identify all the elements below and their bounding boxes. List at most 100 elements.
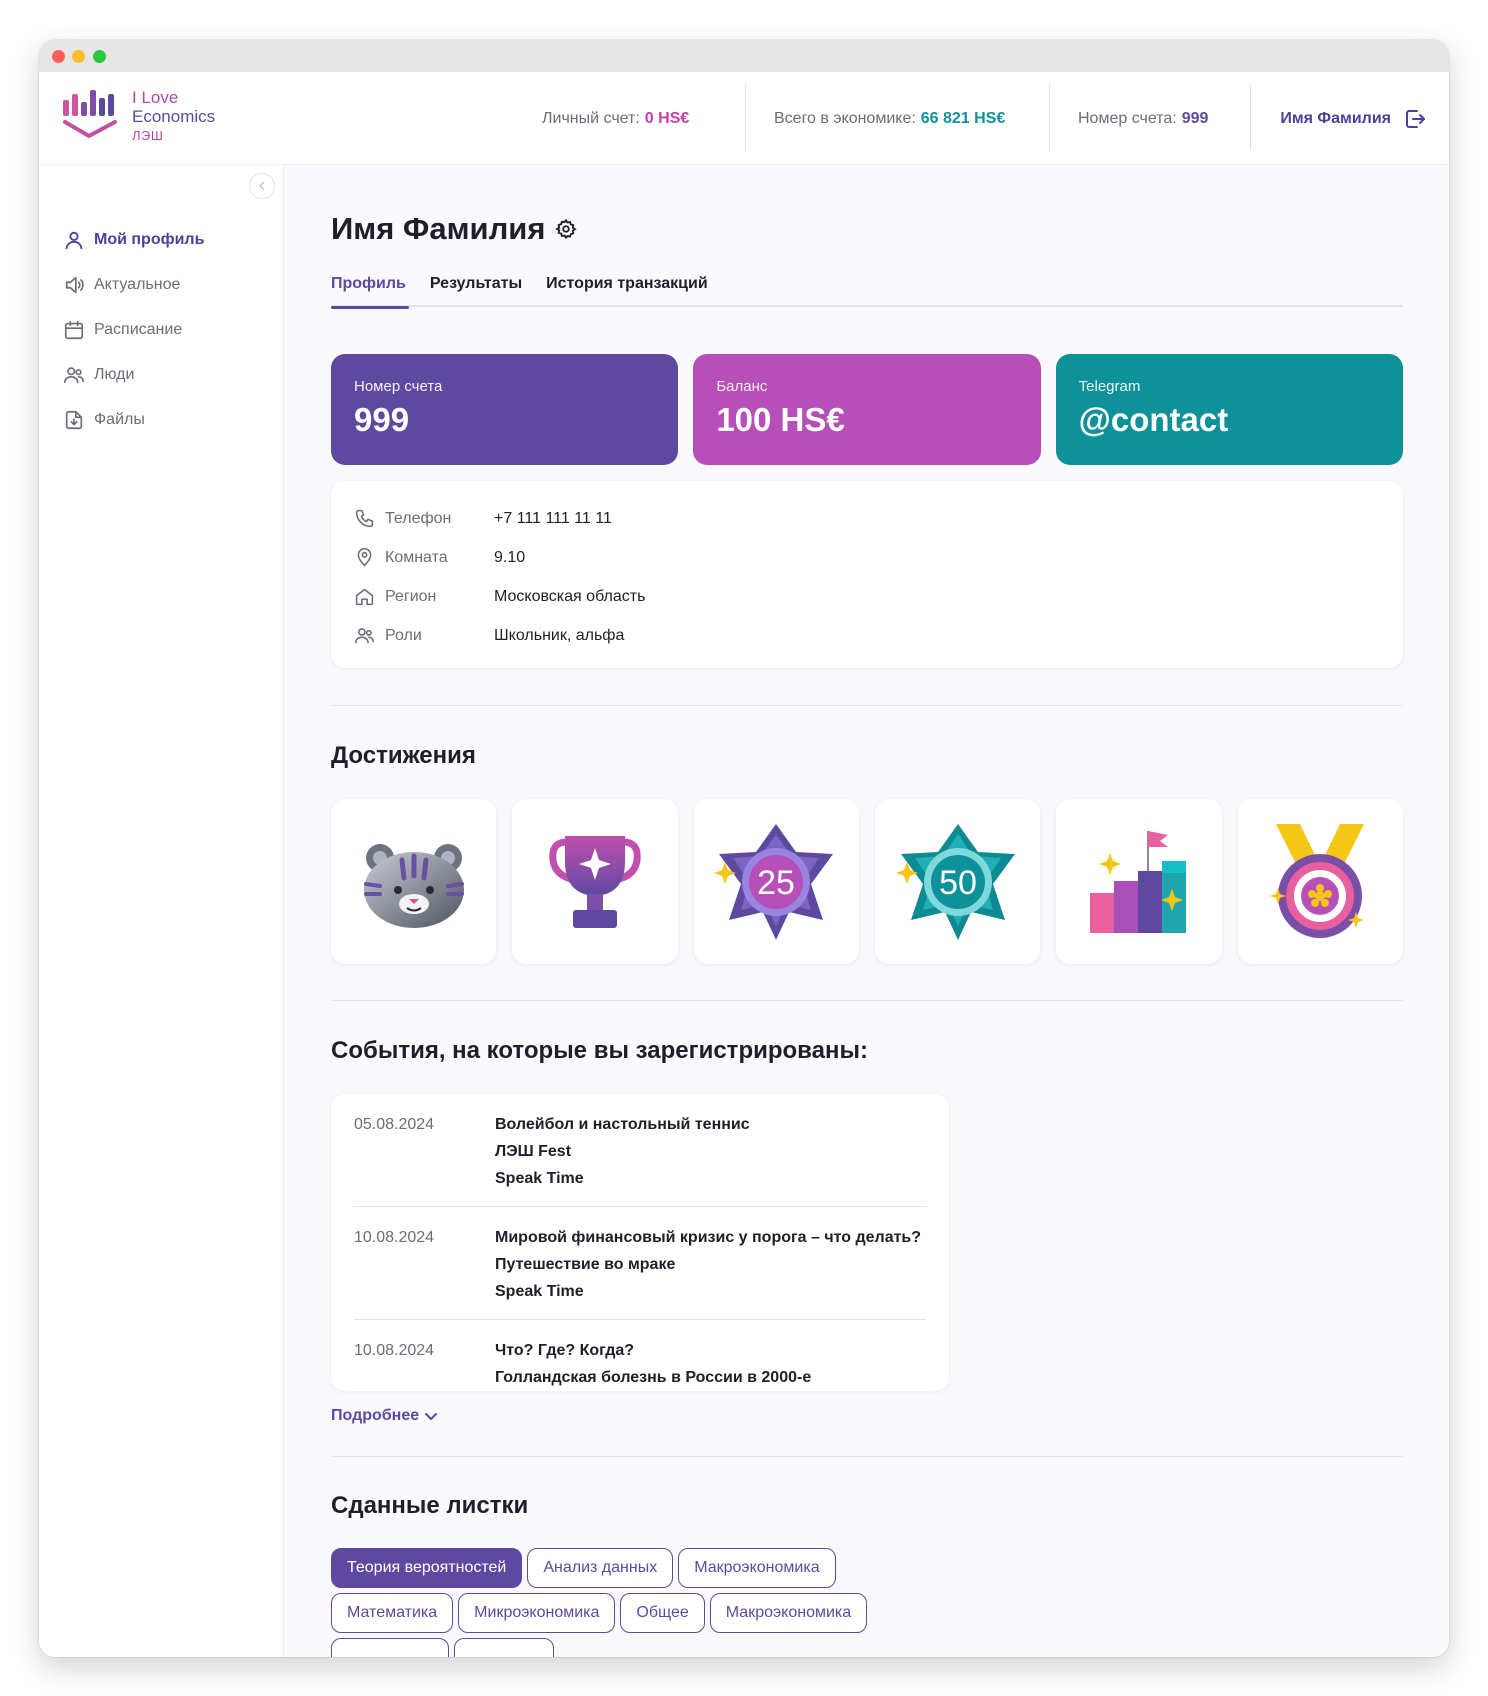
personal-balance-value: 0 HS€ (644, 109, 690, 127)
account-card: Номер счета 999 (331, 354, 679, 465)
telegram-card-value[interactable]: @contact (1079, 401, 1380, 439)
achievement-card[interactable] (1056, 799, 1222, 964)
trophy-icon (549, 835, 641, 928)
podium-icon (1089, 830, 1186, 933)
user-icon (65, 231, 83, 249)
chevron-down-icon (425, 1413, 438, 1420)
info-row-phone: Телефон +7 111 111 11 11 (354, 499, 1380, 538)
event-item[interactable]: 10.08.2024 Мировой финансовый кризис у п… (354, 1207, 926, 1320)
personal-balance: Личный счет: 0 HS€ (542, 72, 689, 165)
event-title: Путешествие во мраке (495, 1256, 676, 1273)
achievement-card[interactable] (331, 799, 497, 964)
tab-transactions[interactable]: История транзакций (546, 271, 708, 307)
tab-profile[interactable]: Профиль (331, 271, 409, 309)
economy-total-label: Всего в экономике: (774, 109, 916, 127)
phone-icon (355, 509, 374, 528)
profile-tabs: Профиль Результаты История транзакций (331, 271, 1403, 309)
events-title: События, на которые вы зарегистрированы: (331, 1037, 868, 1064)
achievement-card[interactable] (512, 799, 678, 964)
browser-window: I Love Economics ЛЭШ Личный счет: 0 HS€ … (39, 40, 1449, 1657)
sidebar-item-label: Файлы (94, 410, 145, 428)
achievement-card[interactable]: 25 (693, 799, 859, 964)
home-icon (355, 588, 374, 606)
close-window-button[interactable] (52, 50, 65, 63)
info-row-region: Регион Московская область (354, 577, 1380, 616)
balance-card-value: 100 HS€ (716, 401, 845, 438)
sidebar-item-schedule[interactable]: Расписание (63, 307, 204, 352)
info-value: Школьник, альфа (494, 626, 625, 644)
chip-general[interactable]: Общее (620, 1593, 705, 1633)
brand-line-1: I Love (132, 88, 179, 107)
event-date: 10.08.2024 (354, 1342, 435, 1359)
badge-50-number: 50 (939, 864, 977, 902)
event-title: Speak Time (495, 1283, 584, 1300)
achievement-card[interactable]: 50 (874, 799, 1041, 964)
event-item[interactable]: 10.08.2024 Что? Где? Когда? Голландская … (354, 1320, 926, 1405)
minimize-window-button[interactable] (72, 50, 85, 63)
account-number-label: Номер счета: (1078, 109, 1177, 127)
user-menu[interactable]: Имя Фамилия (1280, 72, 1427, 165)
logout-icon[interactable] (1403, 107, 1427, 131)
more-events-link[interactable]: Подробнее (331, 1407, 439, 1425)
sidebar-item-files[interactable]: Файлы (63, 397, 204, 442)
page-title: Имя Фамилия (331, 211, 578, 247)
top-header: I Love Economics ЛЭШ Личный счет: 0 HS€ … (39, 72, 1449, 165)
brand-line-3: ЛЭШ (132, 128, 164, 143)
medal-icon (1270, 823, 1365, 938)
badge-25-number: 25 (757, 864, 795, 902)
main-content: Имя Фамилия Профиль Результаты История т… (285, 165, 1449, 1657)
gear-icon[interactable] (555, 218, 578, 240)
chip-math[interactable]: Математика (331, 1593, 454, 1633)
sheets-title: Сданные листки (331, 1492, 529, 1519)
user-name[interactable]: Имя Фамилия (1280, 110, 1391, 128)
summary-cards: Номер счета 999 Баланс 100 HS€ Telegram … (331, 354, 1403, 465)
people-icon (354, 628, 375, 644)
sidebar-nav: Мой профиль Актуальное Расписание Люди Ф… (63, 217, 204, 442)
info-value: 9.10 (494, 548, 526, 566)
info-value: Московская область (494, 587, 646, 605)
sidebar-item-people[interactable]: Люди (63, 352, 204, 397)
sidebar-item-label: Мой профиль (94, 230, 205, 248)
tab-results[interactable]: Результаты (430, 271, 522, 307)
maximize-window-button[interactable] (93, 50, 106, 63)
event-date: 05.08.2024 (354, 1116, 435, 1133)
event-title: Волейбол и настольный теннис (495, 1116, 750, 1133)
header-divider (745, 84, 746, 150)
section-divider (331, 1456, 1403, 1457)
profile-name: Имя Фамилия (331, 211, 546, 246)
sidebar-item-news[interactable]: Актуальное (63, 262, 204, 307)
badge-25-icon: 25 (714, 823, 834, 940)
sidebar-item-label: Расписание (94, 320, 183, 338)
sidebar-item-profile[interactable]: Мой профиль (63, 217, 204, 262)
sidebar-item-label: Актуальное (94, 275, 181, 293)
chip-partial[interactable] (331, 1638, 449, 1657)
chevron-left-icon (258, 181, 265, 191)
telegram-card-label: Telegram (1078, 378, 1141, 395)
event-title: Мировой финансовый кризис у порога – что… (495, 1229, 922, 1246)
info-row-roles: Роли Школьник, альфа (354, 616, 1380, 655)
personal-balance-label: Личный счет: (542, 109, 640, 127)
info-row-room: Комната 9.10 (354, 538, 1380, 577)
chip-probability[interactable]: Теория вероятностей (331, 1548, 523, 1588)
chip-macroeconomics[interactable]: Макроэкономика (678, 1548, 836, 1588)
achievement-card[interactable] (1237, 799, 1403, 964)
chip-data-analysis[interactable]: Анализ данных (527, 1548, 674, 1588)
event-title: Голландская болезнь в России в 2000-е (495, 1369, 812, 1386)
more-events-label[interactable]: Подробнее (331, 1407, 419, 1425)
event-date: 10.08.2024 (354, 1229, 435, 1246)
collapse-sidebar-button[interactable] (249, 173, 275, 199)
chip-partial[interactable] (454, 1638, 554, 1657)
chip-microeconomics[interactable]: Микроэкономика (458, 1593, 616, 1633)
event-title: ЛЭШ Fest (495, 1143, 572, 1160)
header-divider (1049, 84, 1050, 150)
section-divider (331, 705, 1403, 706)
event-item[interactable]: 05.08.2024 Волейбол и настольный теннис … (354, 1094, 926, 1207)
chip-macroeconomics-2[interactable]: Макроэкономика (709, 1593, 868, 1633)
account-card-value: 999 (354, 401, 410, 438)
account-card-label: Номер счета (354, 378, 443, 395)
account-number: Номер счета: 999 (1078, 72, 1208, 165)
info-label: Роли (385, 626, 422, 644)
window-titlebar (39, 40, 1449, 72)
logo-icon (63, 90, 117, 138)
info-label: Комната (385, 548, 448, 566)
